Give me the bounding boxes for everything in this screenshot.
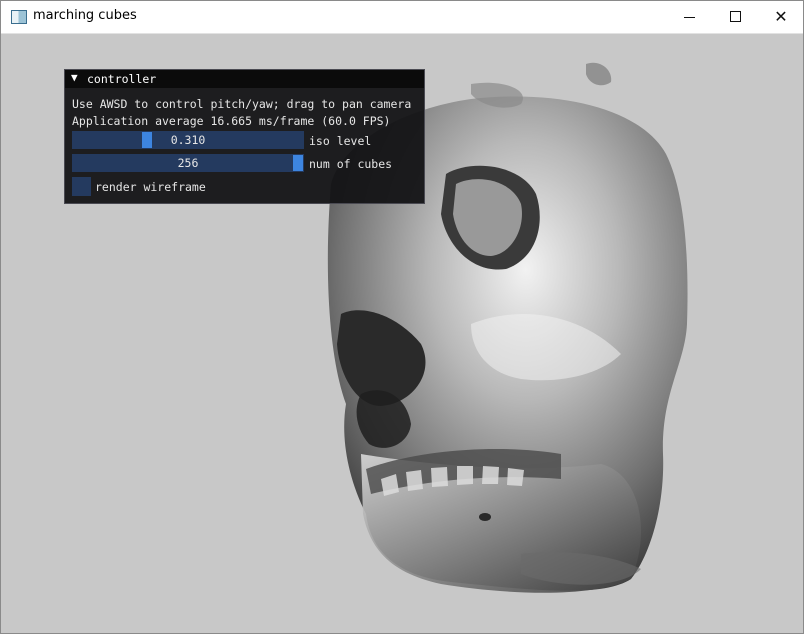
render-viewport[interactable]: ▼ controller Use AWSD to control pitch/y… — [1, 34, 803, 633]
num-cubes-label: num of cubes — [309, 157, 393, 171]
iso-level-label: iso level — [309, 134, 372, 148]
app-window: marching cubes ✕ ▼ controller Use AWSD t… — [0, 0, 804, 634]
num-cubes-slider[interactable]: 256 — [72, 154, 304, 172]
controller-panel: ▼ controller Use AWSD to control pitch/y… — [64, 69, 425, 204]
title-bar[interactable]: marching cubes ✕ — [1, 1, 803, 34]
render-wireframe-label[interactable]: render wireframe — [95, 180, 206, 194]
render-wireframe-checkbox[interactable] — [72, 177, 91, 196]
minimize-icon — [684, 17, 695, 18]
window-title: marching cubes — [33, 8, 137, 23]
iso-level-value: 0.310 — [170, 133, 206, 147]
iso-level-slider[interactable]: 0.310 — [72, 131, 304, 149]
instructions-text: Use AWSD to control pitch/yaw; drag to p… — [72, 97, 412, 111]
close-button[interactable]: ✕ — [758, 1, 803, 33]
maximize-icon — [730, 11, 741, 22]
fps-stats-text: Application average 16.665 ms/frame (60.… — [72, 114, 391, 128]
collapse-triangle-icon[interactable]: ▼ — [71, 71, 78, 84]
num-cubes-value: 256 — [177, 156, 199, 170]
app-icon — [11, 10, 27, 24]
minimize-button[interactable] — [666, 1, 712, 33]
controller-title: controller — [87, 72, 157, 86]
close-icon: ✕ — [774, 7, 788, 26]
controller-header[interactable]: ▼ controller — [65, 70, 424, 88]
maximize-button[interactable] — [712, 1, 758, 33]
